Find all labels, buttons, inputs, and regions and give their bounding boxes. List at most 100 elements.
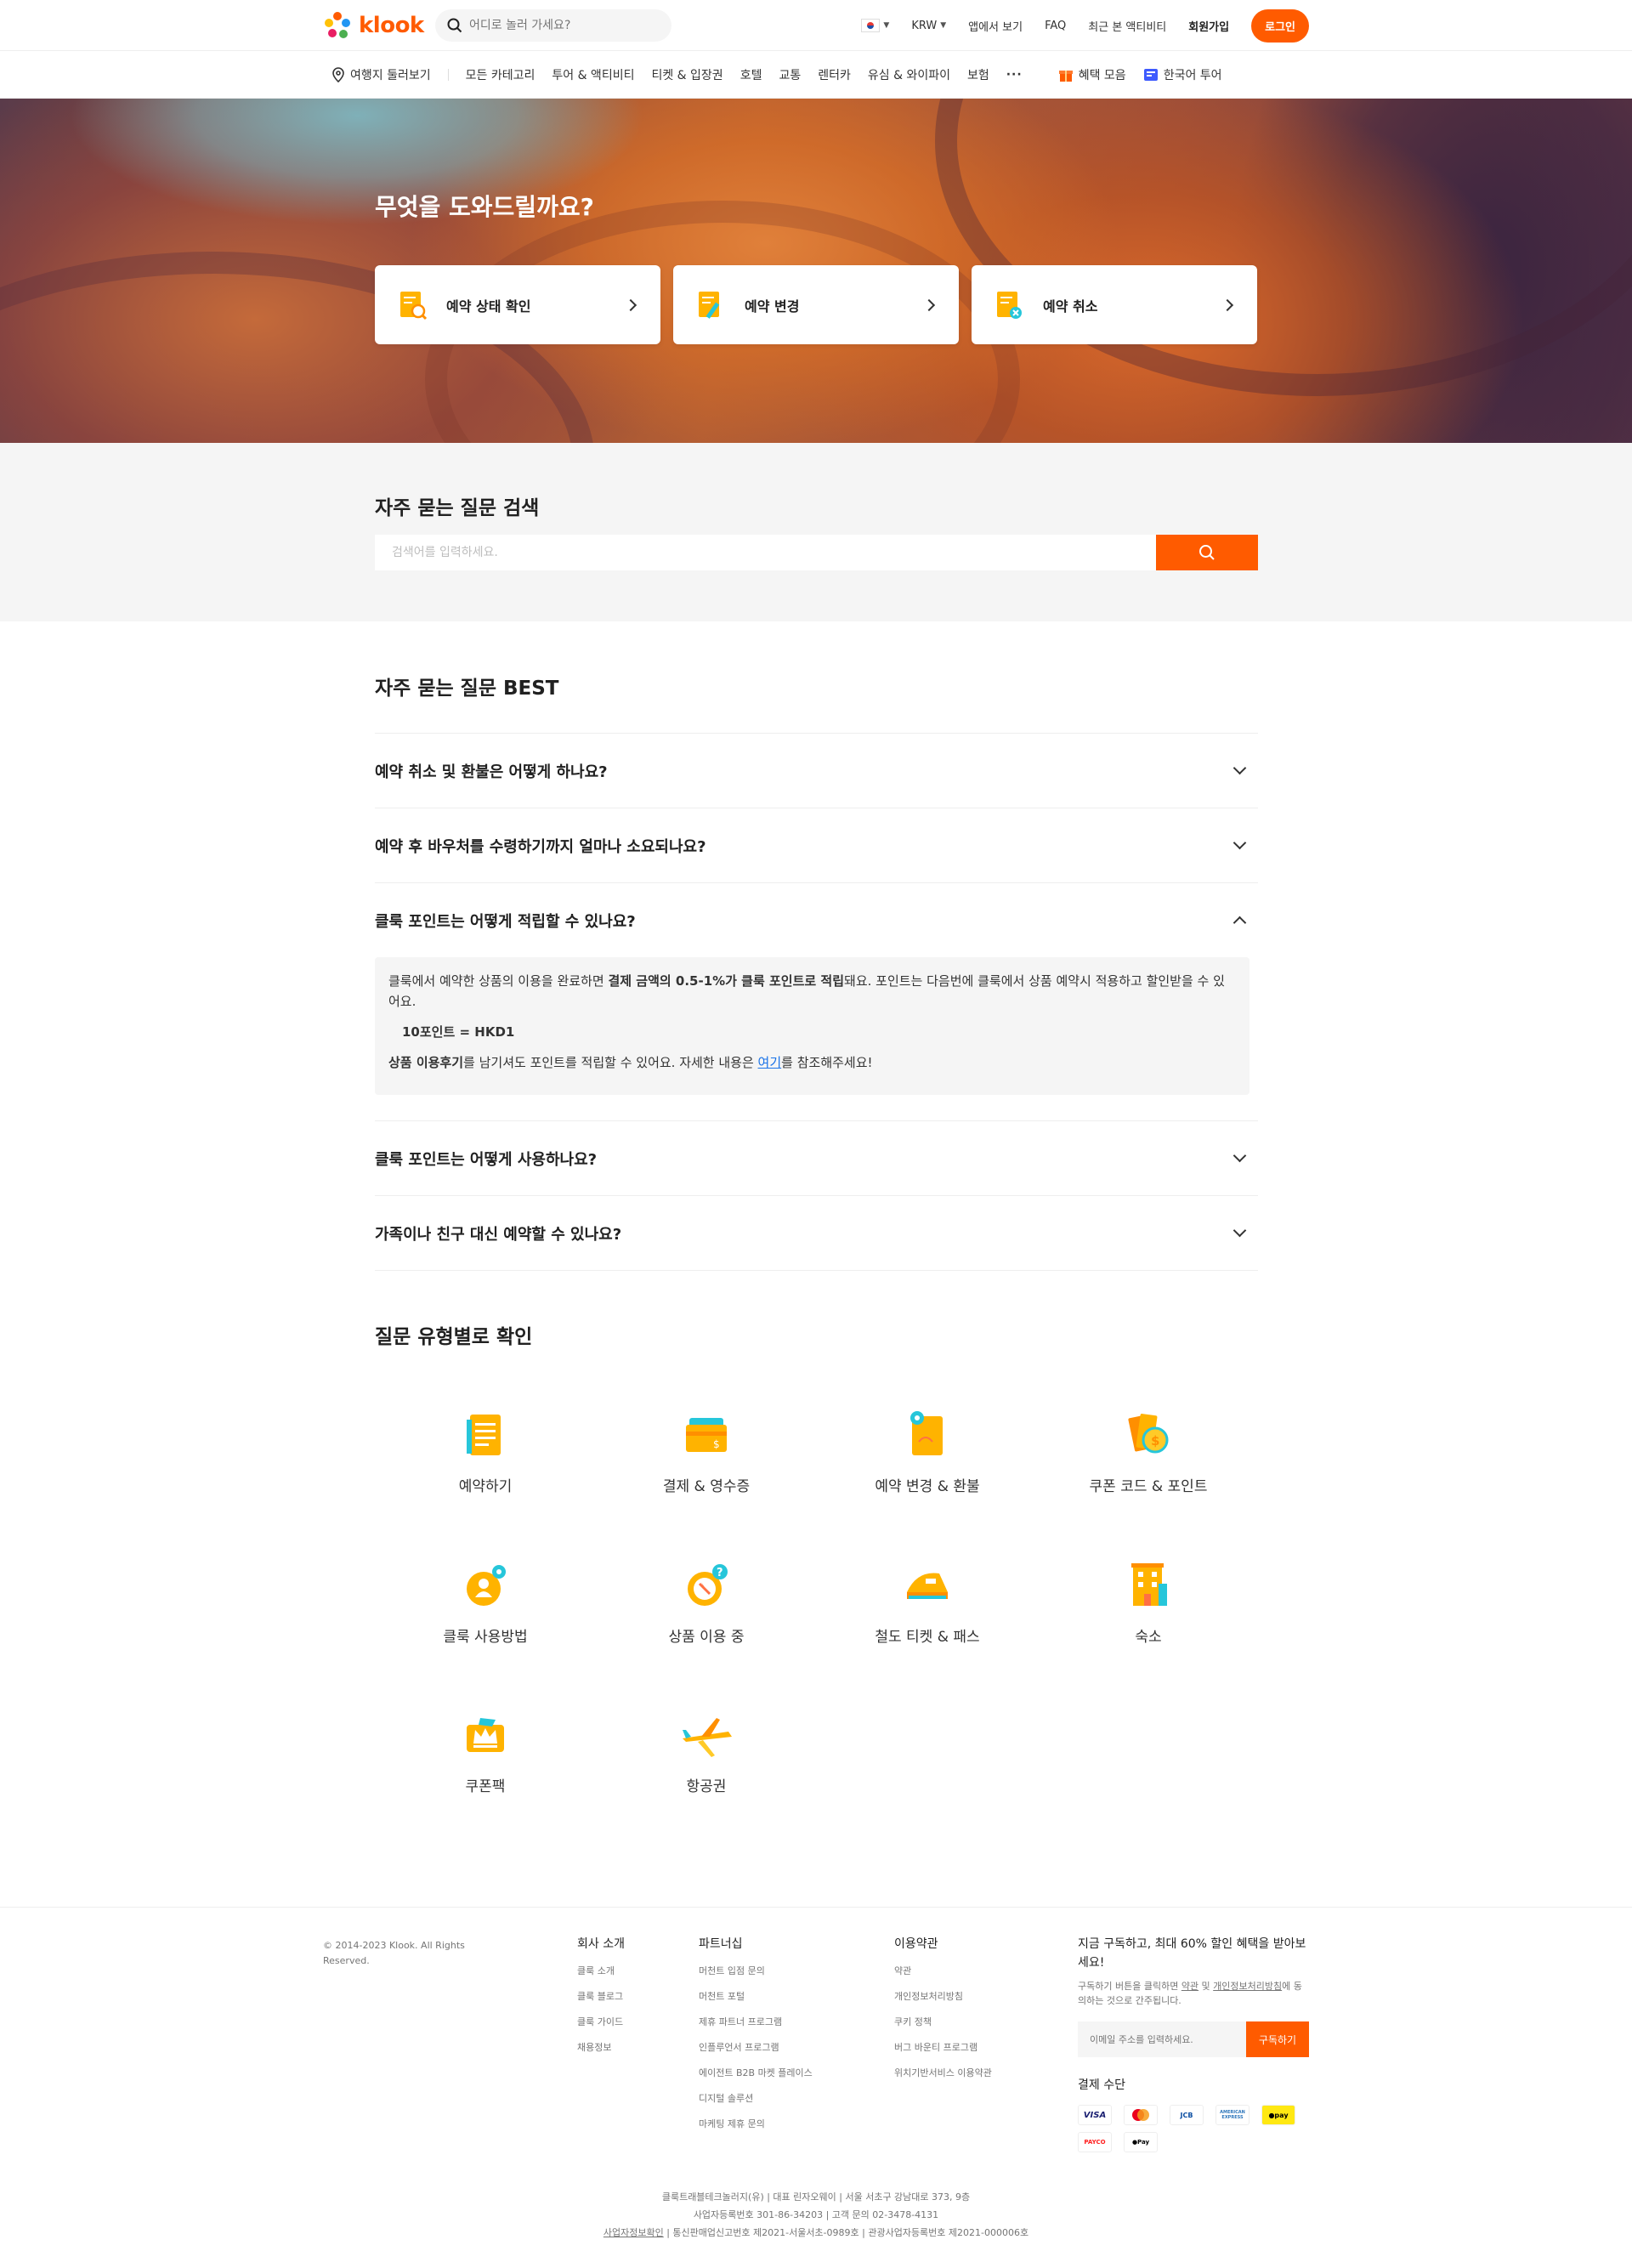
nav-transport[interactable]: 교통 (779, 66, 801, 83)
footer-link[interactable]: 쿠키 정책 (894, 2015, 992, 2028)
nav-korean-tour[interactable]: 한국어 투어 (1143, 66, 1222, 83)
here-link[interactable]: 여기 (758, 1055, 782, 1070)
hero-rock-texture (935, 99, 1632, 396)
nav-divider (447, 69, 449, 81)
category-label: 쿠폰 코드 & 포인트 (1089, 1478, 1208, 1495)
footer-link[interactable]: 위치기반서비스 이용약관 (894, 2066, 992, 2079)
nav-all-categories[interactable]: 모든 카테고리 (466, 66, 536, 83)
newsletter-subscribe: 지금 구독하고, 최대 60% 할인 혜택을 받아보세요! 구독하기 버튼을 클… (1078, 1935, 1309, 2152)
cancel-booking-card[interactable]: 예약 취소 (972, 265, 1257, 344)
footer-link[interactable]: 디지털 솔루션 (699, 2091, 813, 2105)
faq-search-button[interactable] (1156, 535, 1258, 570)
nav-hotels[interactable]: 호텔 (740, 66, 762, 83)
terms-link[interactable]: 약관 (1182, 1981, 1198, 1992)
footer-col-partnership: 파트너십 머천트 입점 문의 머천트 포털 제휴 파트너 프로그램 인플루언서 … (699, 1935, 813, 2142)
signup-link[interactable]: 회원가입 (1188, 18, 1229, 34)
footer-link[interactable]: 마케팅 제휴 문의 (699, 2117, 813, 2130)
language-selector[interactable]: ▼ (861, 19, 889, 32)
note-text: 구독하기 버튼을 클릭하면 (1078, 1981, 1182, 1992)
footer-link[interactable]: 버그 바운티 프로그램 (894, 2040, 992, 2054)
destination-search[interactable] (435, 9, 672, 42)
category-label: 결제 & 영수증 (662, 1478, 751, 1495)
more-icon[interactable]: ··· (1006, 68, 1023, 82)
faq-question-toggle[interactable]: 가족이나 친구 대신 예약할 수 있나요? (375, 1196, 1258, 1270)
nav-tickets[interactable]: 티켓 & 입장권 (651, 66, 722, 83)
nav-label: 여행지 둘러보기 (350, 69, 431, 82)
footer-link[interactable]: 머천트 입점 문의 (699, 1964, 813, 1977)
business-info-link[interactable]: 사업자정보확인 (604, 2227, 664, 2238)
destination-search-input[interactable] (469, 19, 656, 32)
action-label: 예약 취소 (1043, 298, 1098, 315)
nav-label: 혜택 모음 (1078, 69, 1126, 82)
gift-icon (1058, 71, 1073, 82)
svg-text:$: $ (713, 1438, 720, 1450)
recently-viewed-link[interactable]: 최근 본 액티비티 (1088, 18, 1166, 34)
faq-question-toggle[interactable]: 클룩 포인트는 어떻게 적립할 수 있나요? (375, 883, 1258, 957)
nav-deals[interactable]: 혜택 모음 (1058, 66, 1126, 83)
hero-title: 무엇을 도와드릴까요? (375, 193, 594, 221)
nav-sim-wifi[interactable]: 유심 & 와이파이 (868, 66, 950, 83)
answer-text: 를 남기셔도 포인트를 적립할 수 있어요. 자세한 내용은 (463, 1055, 758, 1070)
note-text: 및 (1198, 1981, 1214, 1992)
check-booking-status-card[interactable]: 예약 상태 확인 (375, 265, 660, 344)
answer-text: 를 참조해주세요! (781, 1055, 873, 1070)
footer-link[interactable]: 클룩 소개 (577, 1964, 625, 1977)
open-in-app-link[interactable]: 앱에서 보기 (968, 18, 1023, 34)
faq-item: 예약 취소 및 환불은 어떻게 하나요? (375, 734, 1258, 808)
chevron-right-icon (1221, 298, 1234, 311)
faq-question-toggle[interactable]: 예약 취소 및 환불은 어떻게 하나요? (375, 734, 1258, 808)
category-coupon-points[interactable]: $ 쿠폰 코드 & 포인트 (1055, 1408, 1242, 1495)
mastercard-icon (1124, 2105, 1158, 2125)
category-flights[interactable]: 항공권 (613, 1708, 800, 1795)
subscribe-form: 구독하기 (1078, 2021, 1309, 2057)
currency-selector[interactable]: KRW ▼ (911, 20, 946, 32)
faq-question-text: 클룩 포인트는 어떻게 적립할 수 있나요? (375, 912, 636, 931)
action-label: 예약 상태 확인 (446, 298, 531, 315)
category-how-to-use[interactable]: 클룩 사용방법 (392, 1558, 579, 1646)
faq-best-title: 자주 묻는 질문 BEST (375, 678, 559, 700)
footer-link[interactable]: 제휴 파트너 프로그램 (699, 2015, 813, 2028)
privacy-link[interactable]: 개인정보처리방침 (1213, 1981, 1282, 1992)
footer-link[interactable]: 인플루언서 프로그램 (699, 2040, 813, 2054)
footer-col-title: 회사 소개 (577, 1937, 625, 1951)
category-booking[interactable]: 예약하기 (392, 1408, 579, 1495)
login-button[interactable]: 로그인 (1251, 9, 1309, 43)
footer-link[interactable]: 약관 (894, 1964, 992, 1977)
faq-question-toggle[interactable]: 예약 후 바우처를 수령하기까지 얼마나 소요되나요? (375, 808, 1258, 882)
faq-search-input[interactable] (375, 535, 1156, 570)
klook-logo[interactable]: klook (323, 11, 424, 40)
category-payment[interactable]: $ 결제 & 영수증 (613, 1408, 800, 1495)
chevron-down-icon (1232, 1148, 1247, 1163)
chevron-right-icon (922, 298, 936, 311)
email-input[interactable] (1078, 2021, 1246, 2057)
footer-link[interactable]: 머천트 포털 (699, 1989, 813, 2003)
category-rail-pass[interactable]: 철도 티켓 & 패스 (834, 1558, 1021, 1646)
change-booking-card[interactable]: 예약 변경 (673, 265, 959, 344)
category-coupon-pack[interactable]: 쿠폰팩 (392, 1708, 579, 1795)
footer-link[interactable]: 클룩 블로그 (577, 1989, 625, 2003)
category-accommodation[interactable]: 숙소 (1055, 1558, 1242, 1646)
faq-search-title: 자주 묻는 질문 검색 (375, 497, 540, 519)
apple-pay-icon: ●Pay (1124, 2132, 1158, 2152)
footer-link[interactable]: 에이전트 B2B 마켓 플레이스 (699, 2066, 813, 2079)
nav-explore-destinations[interactable]: 여행지 둘러보기 (332, 66, 431, 83)
crown-coupon-icon (467, 1718, 504, 1752)
nav-insurance[interactable]: 보험 (967, 66, 989, 83)
nav-tours-activities[interactable]: 투어 & 액티비티 (552, 66, 634, 83)
subscribe-button[interactable]: 구독하기 (1246, 2021, 1309, 2057)
clipboard-icon (467, 1415, 501, 1455)
category-during-activity[interactable]: ? 상품 이용 중 (613, 1558, 800, 1646)
category-change-refund[interactable]: 예약 변경 & 환불 (834, 1408, 1021, 1495)
faq-item: 클룩 포인트는 어떻게 사용하나요? (375, 1121, 1258, 1196)
faq-link[interactable]: FAQ (1045, 20, 1066, 32)
footer-link[interactable]: 개인정보처리방침 (894, 1989, 992, 2003)
footer-col-title: 이용약관 (894, 1937, 938, 1951)
user-settings-icon (467, 1565, 506, 1606)
footer-link[interactable]: 클룩 가이드 (577, 2015, 625, 2028)
category-nav: 여행지 둘러보기 모든 카테고리 투어 & 액티비티 티켓 & 입장권 호텔 교… (0, 51, 1632, 99)
nav-car-rental[interactable]: 렌터카 (818, 66, 851, 83)
answer-highlight: 상품 이용후기 (388, 1055, 464, 1070)
faq-question-toggle[interactable]: 클룩 포인트는 어떻게 사용하나요? (375, 1121, 1258, 1195)
footer-link[interactable]: 채용정보 (577, 2040, 625, 2054)
faq-search-section: 자주 묻는 질문 검색 (0, 443, 1632, 621)
